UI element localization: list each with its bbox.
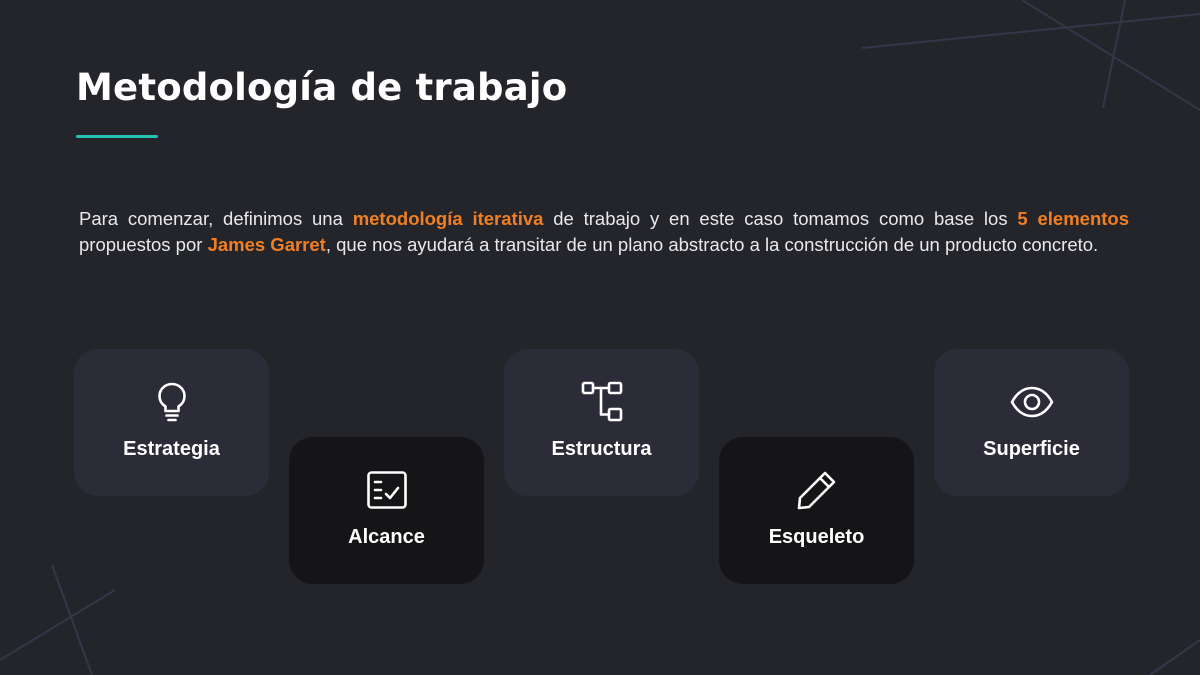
intro-text: , que nos ayudará a transitar de un plan… bbox=[325, 234, 1099, 255]
card-label: Alcance bbox=[348, 526, 425, 548]
intro-highlight: James Garret bbox=[207, 234, 326, 255]
card-alcance: Alcance bbox=[289, 437, 484, 584]
card-estrategia: Estrategia bbox=[74, 349, 269, 496]
intro-highlight: 5 elementos bbox=[1017, 208, 1129, 229]
intro-highlight: metodología iterativa bbox=[352, 208, 544, 229]
card-label: Estrategia bbox=[123, 438, 220, 460]
card-esqueleto: Esqueleto bbox=[719, 437, 914, 584]
sitemap-icon bbox=[580, 380, 624, 424]
title-underline bbox=[76, 135, 158, 138]
intro-text: propuestos por bbox=[79, 234, 208, 255]
page-title: Metodología de trabajo bbox=[76, 66, 568, 109]
card-estructura: Estructura bbox=[504, 349, 699, 496]
intro-text: de trabajo y en este caso tomamos como b… bbox=[543, 208, 1018, 229]
intro-text: Para comenzar, definimos una bbox=[79, 208, 353, 229]
card-label: Estructura bbox=[551, 438, 652, 460]
lightbulb-icon bbox=[150, 380, 194, 424]
intro-paragraph: Para comenzar, definimos una metodología… bbox=[79, 206, 1129, 258]
checklist-icon bbox=[365, 468, 409, 512]
slide: Metodología de trabajo Para comenzar, de… bbox=[0, 0, 1200, 675]
card-label: Superficie bbox=[983, 438, 1080, 460]
card-label: Esqueleto bbox=[768, 526, 865, 548]
card-superficie: Superficie bbox=[934, 349, 1129, 496]
eye-icon bbox=[1010, 380, 1054, 424]
pencil-icon bbox=[795, 468, 839, 512]
